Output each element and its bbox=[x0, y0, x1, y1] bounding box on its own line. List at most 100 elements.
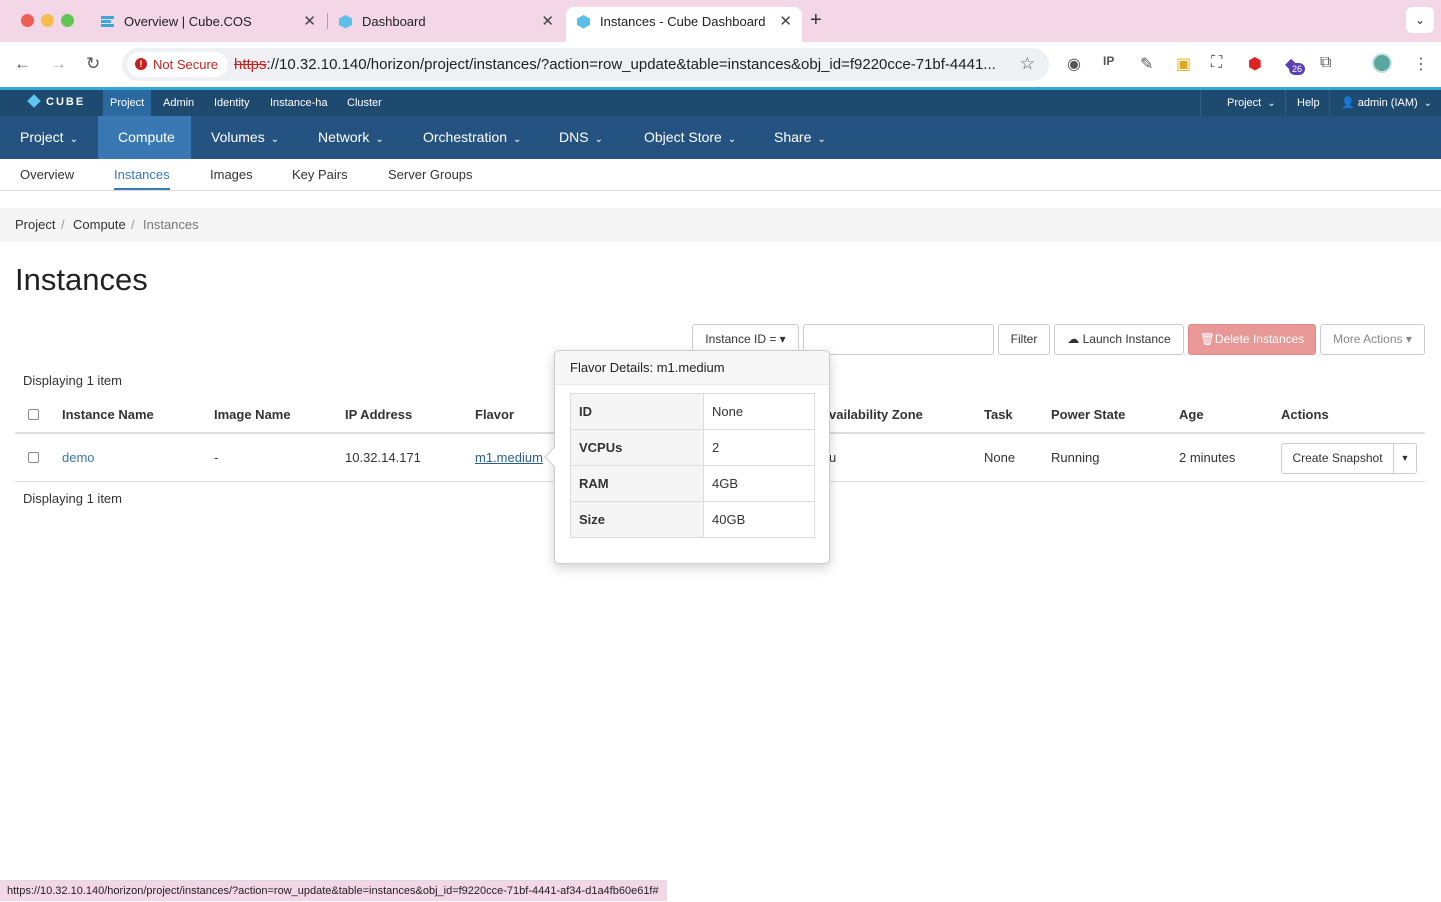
task-cell: None bbox=[984, 450, 1016, 465]
caret-down-icon: ▾ bbox=[779, 332, 786, 346]
launch-instance-button[interactable]: ☁ Launch Instance bbox=[1054, 324, 1184, 355]
mainnav-orchestration[interactable]: Orchestration ⌄ bbox=[403, 116, 541, 159]
close-icon[interactable]: ✕ bbox=[541, 12, 554, 30]
col-ip-address[interactable]: IP Address bbox=[345, 407, 412, 422]
divider bbox=[1329, 90, 1330, 116]
cube-cos-icon bbox=[101, 16, 114, 27]
tab-search-icon[interactable]: ⌄ bbox=[1406, 7, 1434, 33]
page-title: Instances bbox=[15, 262, 148, 297]
mainnav-share[interactable]: Share ⌄ bbox=[754, 116, 846, 159]
subnav-server-groups[interactable]: Server Groups bbox=[388, 167, 473, 182]
cloud-upload-icon: ☁ bbox=[1067, 332, 1080, 346]
mainnav-dns[interactable]: DNS ⌄ bbox=[539, 116, 623, 159]
topnav-admin[interactable]: Admin bbox=[156, 90, 201, 116]
browser-tab-overview[interactable]: Overview | Cube.COS ✕ bbox=[90, 7, 326, 42]
eyedropper-icon[interactable]: ✎ bbox=[1140, 54, 1153, 74]
instance-name-link[interactable]: demo bbox=[62, 450, 95, 465]
bookmark-star-icon[interactable]: ☆ bbox=[1020, 54, 1035, 74]
flavor-key: ID bbox=[570, 393, 704, 430]
breadcrumb-project[interactable]: Project bbox=[15, 217, 55, 232]
browser-tab-dashboard[interactable]: Dashboard ✕ bbox=[328, 7, 564, 42]
cube-icon bbox=[339, 15, 352, 29]
more-actions-button[interactable]: More Actions ▾ bbox=[1320, 324, 1425, 355]
filter-button[interactable]: Filter bbox=[998, 324, 1050, 355]
close-window-button[interactable] bbox=[21, 14, 34, 27]
back-icon[interactable]: ← bbox=[14, 54, 31, 74]
col-instance-name[interactable]: Instance Name bbox=[62, 407, 154, 422]
breadcrumb-separator: / bbox=[61, 217, 65, 232]
subnav-overview[interactable]: Overview bbox=[20, 167, 74, 182]
mainnav-volumes[interactable]: Volumes ⌄ bbox=[191, 116, 299, 159]
tab-title: Dashboard bbox=[362, 14, 426, 29]
logo-text: CUBE bbox=[46, 96, 86, 108]
col-power-state[interactable]: Power State bbox=[1051, 407, 1125, 422]
trash-icon: 🗑 bbox=[1199, 332, 1215, 346]
delete-instances-button[interactable]: 🗑Delete Instances bbox=[1188, 324, 1316, 355]
topnav-cluster[interactable]: Cluster bbox=[340, 90, 389, 116]
extension-badge: 26 bbox=[1289, 63, 1306, 75]
table-row: ID None bbox=[570, 393, 815, 430]
mainnav-label: DNS bbox=[559, 129, 589, 145]
mainnav-object-store[interactable]: Object Store ⌄ bbox=[624, 116, 756, 159]
age-cell: 2 minutes bbox=[1179, 450, 1236, 465]
chevron-down-icon: ⌄ bbox=[69, 134, 78, 145]
row-actions-dropdown[interactable]: ▼ bbox=[1393, 443, 1417, 474]
help-link[interactable]: Help bbox=[1297, 90, 1320, 116]
col-task[interactable]: Task bbox=[984, 407, 1013, 422]
close-icon[interactable]: ✕ bbox=[303, 12, 316, 30]
reload-icon[interactable]: ↻ bbox=[86, 54, 100, 74]
filter-field-label: Instance ID = bbox=[705, 332, 777, 346]
popover-title: Flavor Details: m1.medium bbox=[555, 351, 829, 385]
forward-icon[interactable]: → bbox=[50, 54, 67, 74]
url-text[interactable]: https://10.32.10.140/horizon/project/ins… bbox=[234, 56, 996, 73]
address-bar-row: ← → ↻ ! Not Secure https://10.32.10.140/… bbox=[0, 42, 1441, 87]
ip-extension-icon[interactable]: IP bbox=[1103, 54, 1114, 68]
mainnav-label: Compute bbox=[118, 129, 175, 145]
camera-icon[interactable]: ◉ bbox=[1067, 54, 1081, 74]
subnav-instances[interactable]: Instances bbox=[114, 167, 170, 182]
col-flavor[interactable]: Flavor bbox=[475, 407, 514, 422]
breadcrumb: Project / Compute / Instances bbox=[0, 208, 1441, 242]
project-dropdown[interactable]: Project ⌄ bbox=[1227, 90, 1276, 116]
breadcrumb-separator: / bbox=[131, 217, 135, 232]
breadcrumb-compute[interactable]: Compute bbox=[73, 217, 126, 232]
profile-avatar[interactable] bbox=[1372, 53, 1392, 73]
cube-logo[interactable]: CUBE bbox=[27, 94, 86, 108]
col-availability-zone[interactable]: vailability Zone bbox=[829, 407, 923, 422]
maximize-window-button[interactable] bbox=[61, 14, 74, 27]
new-tab-icon[interactable]: + bbox=[810, 9, 822, 32]
lock-extension-icon[interactable]: ▣ bbox=[1176, 54, 1191, 74]
create-snapshot-button[interactable]: Create Snapshot bbox=[1281, 443, 1394, 474]
user-dropdown[interactable]: 👤 admin (IAM) ⌄ bbox=[1341, 90, 1432, 116]
flavor-link[interactable]: m1.medium bbox=[475, 450, 543, 465]
omnibox[interactable]: ! Not Secure https://10.32.10.140/horizo… bbox=[122, 48, 1049, 81]
subnav-images[interactable]: Images bbox=[210, 167, 253, 182]
browser-tab-instances[interactable]: Instances - Cube Dashboard ✕ bbox=[566, 7, 802, 42]
minimize-window-button[interactable] bbox=[41, 14, 54, 27]
select-all-checkbox[interactable] bbox=[28, 409, 39, 420]
col-age[interactable]: Age bbox=[1179, 407, 1204, 422]
mainnav-network[interactable]: Network ⌄ bbox=[298, 116, 404, 159]
flavor-key: RAM bbox=[570, 465, 704, 502]
screenshot-icon[interactable]: ⛶ bbox=[1211, 54, 1222, 72]
flavor-value: 4GB bbox=[703, 465, 815, 502]
mainnav-compute[interactable]: Compute bbox=[98, 116, 191, 159]
subnav-key-pairs[interactable]: Key Pairs bbox=[292, 167, 348, 182]
mainnav-label: Volumes bbox=[211, 129, 265, 145]
extensions-puzzle-icon[interactable]: ⧉ bbox=[1320, 54, 1331, 72]
mainnav-project[interactable]: Project ⌄ bbox=[0, 116, 98, 159]
divider bbox=[1285, 90, 1286, 116]
row-checkbox[interactable] bbox=[28, 452, 39, 463]
col-image-name[interactable]: Image Name bbox=[214, 407, 291, 422]
adblock-icon[interactable]: ⬢ bbox=[1248, 54, 1262, 74]
topnav-instance-ha[interactable]: Instance-ha bbox=[263, 90, 334, 116]
kebab-menu-icon[interactable]: ⋮ bbox=[1413, 54, 1429, 74]
table-row: Size 40GB bbox=[570, 501, 815, 538]
topnav-identity[interactable]: Identity bbox=[207, 90, 256, 116]
not-secure-chip[interactable]: ! Not Secure bbox=[127, 52, 229, 77]
chevron-down-icon: ⌄ bbox=[594, 134, 603, 145]
popover-arrow bbox=[544, 447, 564, 467]
close-icon[interactable]: ✕ bbox=[779, 12, 792, 30]
filter-input[interactable] bbox=[803, 324, 994, 355]
topnav-project[interactable]: Project bbox=[103, 90, 152, 116]
